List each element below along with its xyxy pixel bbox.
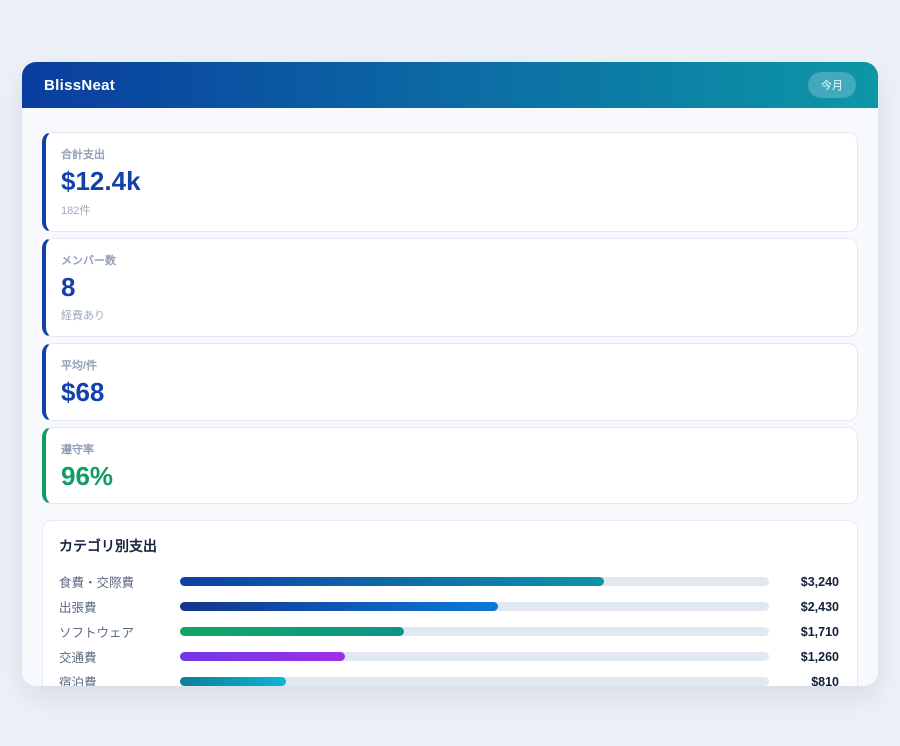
stat-value: $68 — [61, 378, 841, 407]
stat-card-compliance-rate: 遵守率 96% — [42, 427, 858, 505]
stat-label: メンバー数 — [61, 252, 841, 268]
bar-fill — [180, 627, 404, 636]
category-value: $2,430 — [769, 600, 839, 614]
stat-card-member-count: メンバー数 8 経費あり — [42, 238, 858, 338]
category-value: $810 — [769, 675, 839, 686]
bar-fill — [180, 652, 345, 661]
category-value: $3,240 — [769, 575, 839, 589]
category-label: 交通費 — [59, 647, 180, 666]
category-value: $1,710 — [769, 625, 839, 639]
dashboard-panel: BlissNeat 今月 合計支出 $12.4k 182件 メンバー数 8 経費… — [22, 62, 878, 686]
bar-fill — [180, 677, 286, 686]
stat-card-total-spend: 合計支出 $12.4k 182件 — [42, 132, 858, 232]
category-label: 出張費 — [59, 597, 180, 616]
category-breakdown-card: カテゴリ別支出 食費・交際費 $3,240 出張費 $2,430 ソフトウェア … — [42, 520, 858, 686]
bar-fill — [180, 577, 604, 586]
category-value: $1,260 — [769, 650, 839, 664]
stat-label: 遵守率 — [61, 441, 841, 457]
stat-sub: 182件 — [61, 202, 841, 218]
bar-fill — [180, 602, 498, 611]
category-breakdown-title: カテゴリ別支出 — [59, 536, 839, 556]
category-label: ソフトウェア — [59, 622, 180, 641]
stat-value: $12.4k — [61, 167, 841, 196]
stat-label: 合計支出 — [61, 146, 841, 162]
stat-sub: 経費あり — [61, 307, 841, 323]
app-header: BlissNeat 今月 — [22, 62, 878, 108]
category-row-transportation: 交通費 $1,260 — [59, 644, 839, 669]
category-label: 食費・交際費 — [59, 572, 180, 591]
bar-track — [180, 677, 769, 686]
category-row-software: ソフトウェア $1,710 — [59, 619, 839, 644]
category-row-food-entertainment: 食費・交際費 $3,240 — [59, 569, 839, 594]
period-badge[interactable]: 今月 — [808, 72, 856, 98]
bar-track — [180, 652, 769, 661]
stat-value: 96% — [61, 462, 841, 491]
stat-card-average-per-item: 平均/件 $68 — [42, 343, 858, 421]
category-row-lodging: 宿泊費 $810 — [59, 669, 839, 686]
app-title: BlissNeat — [44, 77, 115, 94]
bar-track — [180, 627, 769, 636]
stat-value: 8 — [61, 273, 841, 302]
bar-track — [180, 602, 769, 611]
dashboard-body: 合計支出 $12.4k 182件 メンバー数 8 経費あり 平均/件 $68 遵… — [22, 108, 878, 686]
category-row-business-trip: 出張費 $2,430 — [59, 594, 839, 619]
category-label: 宿泊費 — [59, 672, 180, 686]
stat-label: 平均/件 — [61, 357, 841, 373]
bar-track — [180, 577, 769, 586]
